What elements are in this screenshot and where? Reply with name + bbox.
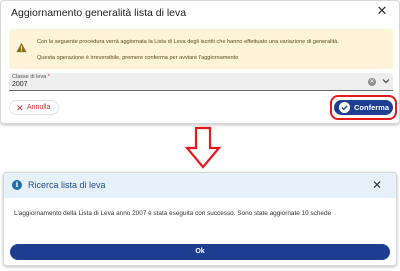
cancel-button-label: Annulla: [27, 104, 51, 111]
classe-di-leva-select[interactable]: Classe di leva * 2007 ✕: [9, 73, 393, 91]
confirm-button[interactable]: Conferma: [334, 100, 393, 115]
close-icon[interactable]: ✕: [370, 178, 384, 192]
confirm-dialog: Aggiornamento generalità lista di leva ✕…: [0, 0, 400, 124]
confirm-button-label: Conferma: [354, 103, 390, 112]
result-message: L'aggiornamento della Lista di Leva anno…: [14, 210, 332, 217]
warning-text-line1: Con la seguente procedura verrà aggiorna…: [37, 39, 339, 45]
required-mark: *: [47, 74, 50, 80]
arrow-down-icon: [184, 126, 222, 169]
warning-text-line2: Questa operazione è irreversibile, preme…: [37, 55, 239, 61]
field-label: Classe di leva *: [12, 74, 50, 80]
cancel-button[interactable]: ✕ Annulla: [9, 100, 59, 115]
field-value: 2007: [12, 81, 28, 88]
screenshot: Aggiornamento generalità lista di leva ✕…: [0, 0, 400, 271]
close-icon: ✕: [16, 103, 24, 113]
result-dialog: i Ricerca lista di leva ✕ L'aggiornament…: [3, 172, 397, 266]
chevron-down-icon[interactable]: [382, 77, 390, 85]
info-icon: i: [12, 180, 22, 190]
clear-icon[interactable]: ✕: [368, 78, 376, 86]
close-icon[interactable]: ✕: [375, 4, 389, 18]
ok-button[interactable]: Ok: [10, 244, 390, 260]
check-circle-icon: [339, 102, 350, 113]
result-dialog-title: Ricerca lista di leva: [28, 180, 106, 190]
confirm-dialog-title: Aggiornamento generalità lista di leva: [11, 7, 187, 19]
warning-icon: [16, 42, 27, 53]
result-dialog-header: i Ricerca lista di leva ✕: [4, 173, 396, 198]
warning-alert: Con la seguente procedura verrà aggiorna…: [9, 29, 393, 69]
